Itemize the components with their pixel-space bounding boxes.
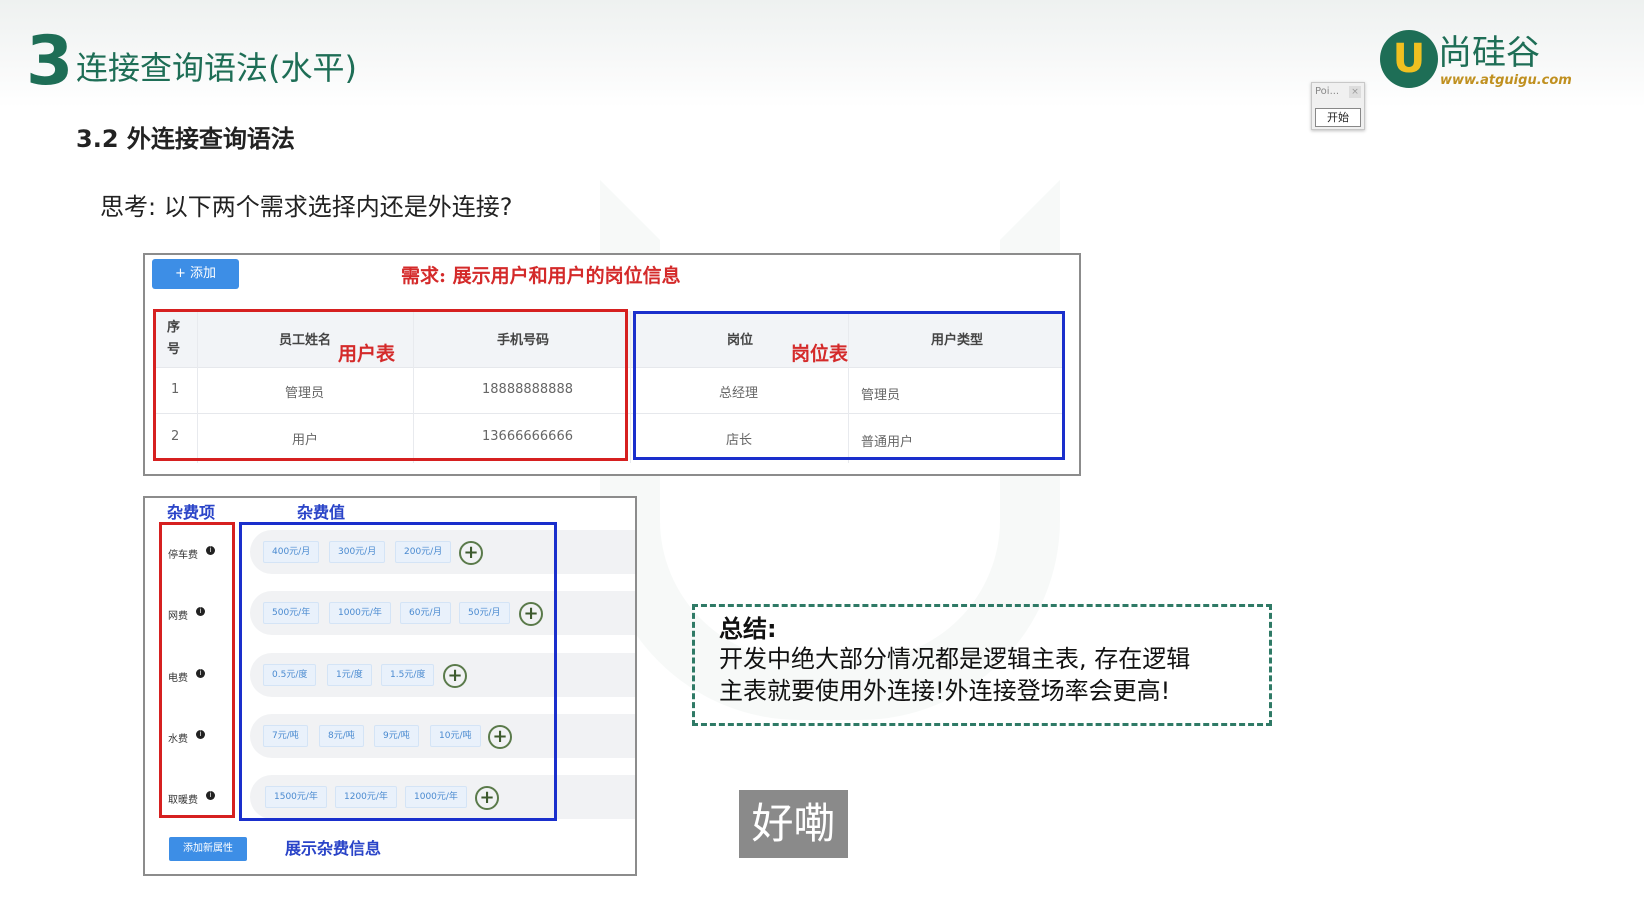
- logo-url: www.atguigu.com: [1440, 73, 1572, 88]
- user-position-panel: + 添加 需求: 展示用户和用户的岗位信息 序号 员工姓名 手机号码 岗位 用户…: [143, 253, 1081, 476]
- user-table-annotation: 用户表: [338, 343, 396, 365]
- summary-title: 总结:: [719, 615, 777, 643]
- logo-mark-icon: U: [1380, 30, 1438, 88]
- subsection-title: 3.2 外连接查询语法: [76, 125, 295, 153]
- logo-text: 尚硅谷: [1438, 33, 1540, 73]
- mini-window[interactable]: Poi... × 开始: [1311, 82, 1365, 130]
- video-caption: 好嘞: [739, 790, 848, 858]
- fee-items-label: 杂费项: [167, 503, 216, 522]
- section-title: 连接查询语法(水平): [76, 49, 357, 87]
- fee-values-label: 杂费值: [297, 503, 346, 522]
- section-number: 3: [26, 22, 74, 101]
- col-divider: [630, 311, 631, 463]
- position-table-annotation: 岗位表: [791, 343, 849, 365]
- position-table-highlight: [633, 311, 1065, 460]
- requirement-text: 需求: 展示用户和用户的岗位信息: [401, 265, 681, 287]
- fee-values-highlight: [239, 522, 557, 821]
- close-icon[interactable]: ×: [1349, 86, 1361, 98]
- fee-items-highlight: [159, 522, 235, 818]
- mini-window-title: Poi...: [1315, 86, 1340, 97]
- brand-logo: U 尚硅谷 www.atguigu.com: [1380, 30, 1644, 94]
- user-table-highlight: [153, 309, 628, 461]
- summary-line: 主表就要使用外连接!外连接登场率会更高!: [719, 677, 1171, 705]
- summary-box: 总结: 开发中绝大部分情况都是逻辑主表, 存在逻辑 主表就要使用外连接!外连接登…: [692, 604, 1272, 726]
- start-button[interactable]: 开始: [1315, 108, 1361, 127]
- add-attribute-button[interactable]: 添加新属性: [169, 837, 247, 861]
- question-text: 思考: 以下两个需求选择内还是外连接?: [100, 193, 513, 221]
- summary-line: 开发中绝大部分情况都是逻辑主表, 存在逻辑: [719, 645, 1191, 673]
- show-fee-annotation: 展示杂费信息: [285, 839, 382, 858]
- add-button[interactable]: + 添加: [152, 259, 239, 289]
- fee-panel: 杂费项 杂费值 停车费 i 400元/月 300元/月 200元/月 + 网费 …: [143, 496, 637, 876]
